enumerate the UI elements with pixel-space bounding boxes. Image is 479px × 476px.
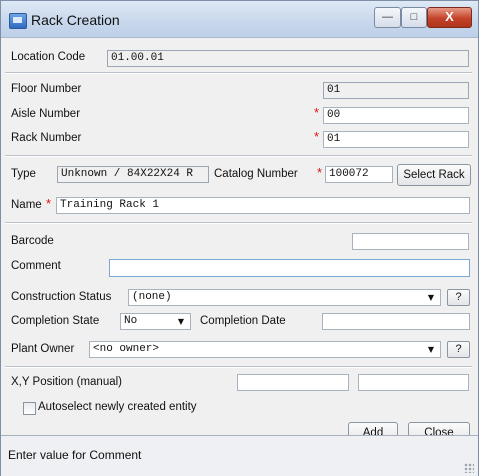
close-window-button[interactable]: X <box>427 7 472 28</box>
catalog-number-label: Catalog Number <box>214 168 298 180</box>
rack-number-field[interactable]: 01 <box>323 131 469 148</box>
close-icon: X <box>445 9 454 24</box>
completion-state-value: No <box>124 315 138 327</box>
required-marker: * <box>314 105 320 120</box>
comment-field[interactable] <box>109 259 470 277</box>
barcode-field[interactable] <box>352 233 469 250</box>
status-text: Enter value for Comment <box>8 448 142 462</box>
location-code-label: Location Code <box>11 51 86 63</box>
status-bar: Enter value for Comment <box>1 435 478 476</box>
maximize-button[interactable]: □ <box>401 7 427 28</box>
divider <box>5 366 472 368</box>
maximize-icon: □ <box>410 11 418 23</box>
minimize-button[interactable]: — <box>374 7 401 28</box>
floor-number-label: Floor Number <box>11 83 82 95</box>
window-title: Rack Creation <box>31 12 120 28</box>
xy-position-label: X,Y Position (manual) <box>11 376 123 388</box>
y-position-field[interactable] <box>358 374 469 391</box>
app-icon <box>9 13 27 29</box>
rack-number-label: Rack Number <box>11 132 82 144</box>
chevron-down-icon: ▼ <box>427 345 435 354</box>
aisle-number-field[interactable]: 00 <box>323 107 469 124</box>
floor-number-field[interactable]: 01 <box>323 82 469 99</box>
required-marker: * <box>314 129 320 144</box>
completion-state-label: Completion State <box>11 315 100 327</box>
chevron-down-icon: ▼ <box>177 317 185 326</box>
plant-owner-value: <no owner> <box>93 343 160 355</box>
completion-date-field[interactable] <box>322 313 470 330</box>
aisle-number-label: Aisle Number <box>11 108 81 120</box>
plant-owner-select[interactable]: <no owner> ▼ <box>89 341 441 358</box>
divider <box>5 72 472 74</box>
minimize-icon: — <box>382 11 393 23</box>
resize-grip-icon[interactable] <box>464 463 474 473</box>
type-field[interactable]: Unknown / 84X22X24 R <box>57 166 209 183</box>
title-bar[interactable]: Rack Creation — □ X <box>1 1 478 38</box>
form-panel: Location Code 01.00.01 Floor Number 01 A… <box>1 38 478 444</box>
divider <box>5 222 472 224</box>
rack-creation-window: Rack Creation — □ X Location Code 01.00.… <box>0 0 479 476</box>
location-code-field[interactable]: 01.00.01 <box>107 50 469 67</box>
autoselect-label: Autoselect newly created entity <box>38 401 197 413</box>
completion-state-select[interactable]: No ▼ <box>120 313 191 330</box>
select-rack-button[interactable]: Select Rack <box>397 164 471 186</box>
type-label: Type <box>11 168 36 180</box>
autoselect-checkbox[interactable] <box>23 402 36 415</box>
x-position-field[interactable] <box>237 374 349 391</box>
construction-status-label: Construction Status <box>11 291 112 303</box>
required-marker: * <box>46 196 52 211</box>
required-marker: * <box>317 165 323 180</box>
completion-date-label: Completion Date <box>200 315 286 327</box>
construction-status-help-button[interactable]: ? <box>447 289 470 306</box>
name-field[interactable]: Training Rack 1 <box>56 197 470 214</box>
barcode-label: Barcode <box>11 235 54 247</box>
comment-label: Comment <box>11 260 61 272</box>
chevron-down-icon: ▼ <box>427 293 435 302</box>
plant-owner-label: Plant Owner <box>11 343 75 355</box>
name-label: Name <box>11 199 42 211</box>
plant-owner-help-button[interactable]: ? <box>447 341 470 358</box>
catalog-number-field[interactable]: 100072 <box>325 166 393 183</box>
construction-status-value: (none) <box>132 291 172 303</box>
construction-status-select[interactable]: (none) ▼ <box>128 289 441 306</box>
divider <box>5 155 472 157</box>
